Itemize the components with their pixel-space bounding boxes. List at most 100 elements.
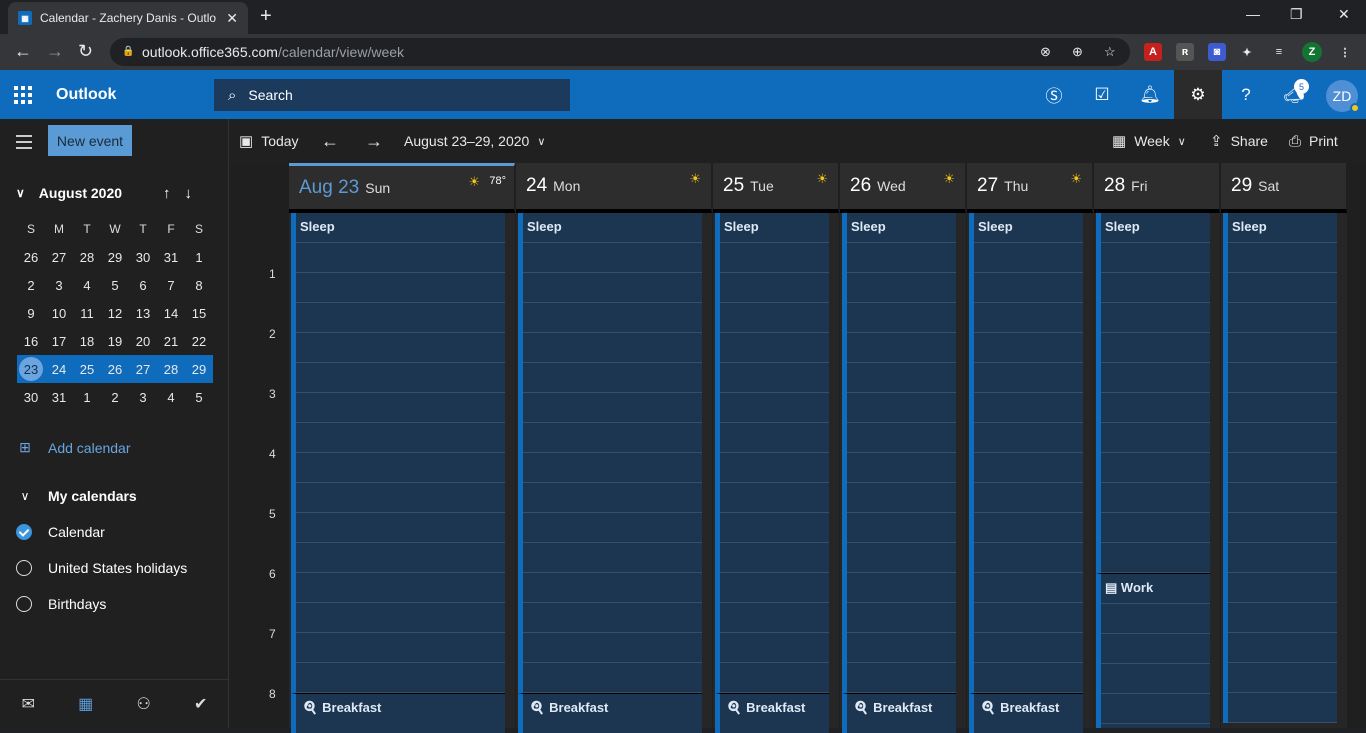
browser-tab[interactable]: ▦ Calendar - Zachery Danis - Outlo ✕ — [8, 2, 248, 34]
pdf-extension-icon[interactable]: A — [1144, 43, 1162, 61]
mini-calendar-day[interactable]: 3 — [45, 278, 73, 293]
mini-calendar-day[interactable]: 13 — [129, 306, 157, 321]
mini-calendar-day[interactable]: 22 — [185, 334, 213, 349]
event-sleep[interactable]: Sleep — [715, 213, 829, 693]
event-breakfast[interactable]: 🍳︎ Breakfast — [291, 693, 505, 733]
mini-calendar-day[interactable]: 24 — [45, 362, 73, 377]
mini-calendar-day[interactable]: 17 — [45, 334, 73, 349]
mini-calendar-day[interactable]: 26 — [17, 250, 45, 265]
mini-calendar-day[interactable]: 10 — [45, 306, 73, 321]
previous-week-icon[interactable]: ← — [321, 131, 339, 152]
mini-calendar-today[interactable]: 23 — [19, 357, 43, 381]
day-column-tue[interactable]: 25 Tue ☀ Sleep 🍳︎ Breakfast — [713, 163, 839, 733]
day-header[interactable]: 26 Wed ☀ — [840, 163, 966, 213]
mini-calendar-day[interactable]: 19 — [101, 334, 129, 349]
date-range-picker[interactable]: August 23–29, 2020 ∨ — [404, 133, 545, 149]
mini-calendar-day[interactable]: 31 — [45, 390, 73, 405]
mini-calendar-day[interactable]: 3 — [129, 390, 157, 405]
camera-extension-icon[interactable]: ◙ — [1208, 43, 1226, 61]
site-settings-icon[interactable]: ⊗ — [1040, 44, 1051, 60]
new-tab-icon[interactable]: + — [260, 6, 272, 26]
day-header[interactable]: 28 Fri — [1094, 163, 1220, 213]
mini-calendar-day[interactable]: 15 — [185, 306, 213, 321]
mini-calendar-day[interactable]: 28 — [73, 250, 101, 265]
browser-menu-icon[interactable]: ⋮ — [1336, 43, 1354, 61]
mini-calendar-day[interactable]: 20 — [129, 334, 157, 349]
share-button[interactable]: ⇪ Share — [1210, 132, 1268, 150]
notifications-bell-icon[interactable]: 🔔︎ — [1126, 70, 1174, 119]
day-header[interactable]: 29 Sat — [1221, 163, 1347, 213]
mini-calendar-day[interactable]: 5 — [185, 390, 213, 405]
mini-calendar-day[interactable]: 4 — [73, 278, 101, 293]
day-header[interactable]: 25 Tue ☀ — [713, 163, 839, 213]
mini-calendar-day[interactable]: 30 — [17, 390, 45, 405]
mail-icon[interactable]: ✉ — [22, 694, 35, 714]
help-icon[interactable]: ? — [1222, 70, 1270, 119]
mini-calendar-day[interactable]: 18 — [73, 334, 101, 349]
mini-calendar-day[interactable]: 5 — [101, 278, 129, 293]
event-sleep[interactable]: Sleep — [1096, 213, 1210, 573]
mini-calendar-day[interactable]: 7 — [157, 278, 185, 293]
day-column-thu[interactable]: 27 Thu ☀ Sleep 🍳︎ Breakfast — [967, 163, 1093, 733]
todo-check-icon[interactable]: ✔ — [194, 694, 207, 714]
mini-calendar-day[interactable]: 8 — [185, 278, 213, 293]
checked-circle-icon[interactable] — [16, 524, 32, 540]
view-switcher[interactable]: ▦ Week ∨ — [1112, 132, 1186, 150]
mini-calendar-day[interactable]: 26 — [101, 362, 129, 377]
event-breakfast[interactable]: 🍳︎ Breakfast — [518, 693, 702, 733]
day-column-sun[interactable]: Aug 23 Sun ☀ 78° Sleep 🍳︎ Breakfast — [289, 163, 515, 733]
settings-gear-icon[interactable]: ⚙ — [1174, 70, 1222, 119]
restore-icon[interactable]: ❐ — [1290, 6, 1303, 23]
day-body[interactable]: Sleep 🍳︎ Breakfast — [840, 213, 966, 733]
mini-calendar-day[interactable]: 21 — [157, 334, 185, 349]
mini-calendar-day[interactable]: 31 — [157, 250, 185, 265]
people-icon[interactable]: ⚇ — [136, 694, 150, 714]
mini-calendar-day[interactable]: 28 — [157, 362, 185, 377]
mini-calendar-day[interactable]: 12 — [101, 306, 129, 321]
next-week-icon[interactable]: → — [365, 131, 383, 152]
minimize-icon[interactable]: — — [1246, 6, 1260, 22]
calendar-icon[interactable]: ▦ — [78, 694, 93, 714]
my-day-icon[interactable]: ☑ — [1078, 70, 1126, 119]
url-field[interactable]: 🔒 outlook.office365.com/calendar/view/we… — [110, 38, 1130, 66]
my-calendars-group[interactable]: ∨ My calendars — [16, 488, 137, 504]
user-avatar[interactable]: ZD — [1326, 80, 1360, 113]
mini-calendar-day[interactable]: 27 — [45, 250, 73, 265]
app-launcher-icon[interactable] — [14, 86, 32, 104]
search-box[interactable]: ⌕ Search — [214, 79, 570, 111]
unchecked-circle-icon[interactable] — [16, 560, 32, 576]
event-work[interactable]: ▤ Work — [1096, 573, 1210, 728]
whats-new-megaphone-icon[interactable]: 📣︎ — [1270, 70, 1318, 119]
day-header[interactable]: 27 Thu ☀ — [967, 163, 1093, 213]
day-body[interactable]: Sleep — [1221, 213, 1347, 728]
event-breakfast[interactable]: 🍳︎ Breakfast — [969, 693, 1083, 733]
event-sleep[interactable]: Sleep — [842, 213, 956, 693]
day-body[interactable]: Sleep ▤ Work — [1094, 213, 1220, 728]
day-column-fri[interactable]: 28 Fri Sleep ▤ Work — [1094, 163, 1220, 728]
day-body[interactable]: Sleep 🍳︎ Breakfast — [516, 213, 712, 733]
chevron-down-icon[interactable]: ∨ — [16, 186, 25, 200]
mini-calendar-day[interactable]: 4 — [157, 390, 185, 405]
close-window-icon[interactable]: ✕ — [1338, 6, 1350, 23]
event-sleep[interactable]: Sleep — [1223, 213, 1337, 723]
mini-calendar-day[interactable]: 16 — [17, 334, 45, 349]
month-nav-arrows[interactable]: ↑↓ — [163, 185, 206, 202]
day-column-mon[interactable]: 24 Mon ☀ Sleep 🍳︎ Breakfast — [516, 163, 712, 733]
mini-calendar-day[interactable]: 29 — [101, 250, 129, 265]
mini-calendar-day[interactable]: 2 — [101, 390, 129, 405]
back-icon[interactable]: ← — [14, 42, 32, 60]
calendar-item-birthdays[interactable]: Birthdays — [16, 596, 106, 612]
day-header[interactable]: Aug 23 Sun ☀ 78° — [289, 163, 515, 213]
app-brand[interactable]: Outlook — [56, 86, 116, 104]
event-breakfast[interactable]: 🍳︎ Breakfast — [842, 693, 956, 733]
mini-calendar-day[interactable]: 6 — [129, 278, 157, 293]
event-sleep[interactable]: Sleep — [291, 213, 505, 693]
day-body[interactable]: Sleep 🍳︎ Breakfast — [713, 213, 839, 733]
reload-icon[interactable]: ↻ — [78, 42, 93, 60]
mini-calendar-day[interactable]: 9 — [17, 306, 45, 321]
mini-calendar-day[interactable]: 1 — [73, 390, 101, 405]
mini-calendar-day[interactable]: 14 — [157, 306, 185, 321]
mini-calendar-day[interactable]: 2 — [17, 278, 45, 293]
add-icon[interactable]: ⊕ — [1072, 44, 1083, 60]
calendar-item-calendar[interactable]: Calendar — [16, 524, 105, 540]
